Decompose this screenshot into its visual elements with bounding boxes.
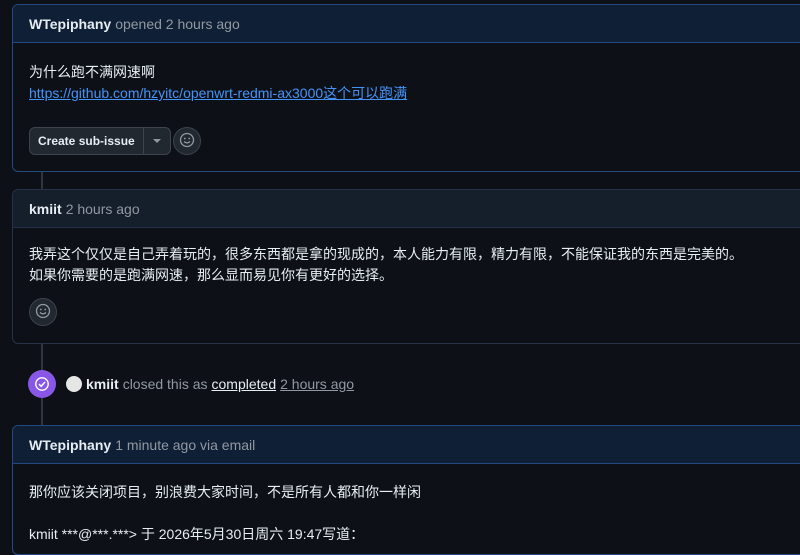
timeline-connector (41, 172, 43, 190)
timeline-event-closed: kmiit closed this as completed 2 hours a… (28, 370, 354, 398)
comment-author[interactable]: WTepiphany (29, 437, 111, 453)
comment-timestamp[interactable]: 1 minute ago via email (115, 437, 255, 453)
issue-body-comment: WTepiphany opened 2 hours ago 为什么跑不满网速啊 … (12, 4, 800, 172)
avatar[interactable] (66, 376, 82, 392)
email-quote: kmiit ***@***.***> 于 2026年5月30日周六 19:47写… (29, 526, 365, 542)
check-circle-icon (28, 370, 56, 398)
comment-card: kmiit 2 hours ago 我弄这个仅仅是自己弄着玩的，很多东西都是拿的… (12, 189, 800, 344)
comment-author[interactable]: kmiit (29, 201, 62, 217)
repo-link[interactable]: https://github.com/hzyitc/openwrt-redmi-… (29, 85, 407, 101)
smiley-icon (35, 303, 51, 322)
comment-body: 为什么跑不满网速啊 https://github.com/hzyitc/open… (13, 43, 800, 104)
comment-timestamp[interactable]: 2 hours ago (66, 201, 140, 217)
create-sub-issue-button[interactable]: Create sub-issue (29, 127, 171, 155)
comment-timestamp[interactable]: opened 2 hours ago (115, 16, 240, 32)
event-status-link[interactable]: completed (212, 376, 277, 392)
add-reaction-button[interactable] (173, 127, 201, 155)
comment-header: WTepiphany opened 2 hours ago (13, 5, 800, 43)
comment-body: 那你应该关闭项目，别浪费大家时间，不是所有人都和你一样闲 kmiit ***@*… (13, 464, 800, 545)
comment-body: 我弄这个仅仅是自己弄着玩的，很多东西都是拿的现成的，本人能力有限，精力有限，不能… (13, 228, 800, 286)
comment-header: kmiit 2 hours ago (13, 190, 800, 228)
chevron-down-icon[interactable] (144, 128, 170, 154)
add-reaction-button[interactable] (29, 298, 57, 326)
comment-text: 为什么跑不满网速啊 (29, 64, 155, 80)
comment-card: WTepiphany 1 minute ago via email 那你应该关闭… (12, 425, 800, 555)
smiley-icon (179, 132, 195, 151)
event-timestamp[interactable]: 2 hours ago (280, 376, 354, 392)
event-text: closed this as (122, 376, 208, 392)
create-sub-issue-label: Create sub-issue (30, 128, 144, 154)
comment-text: 那你应该关闭项目，别浪费大家时间，不是所有人都和你一样闲 (29, 484, 421, 500)
comment-author[interactable]: WTepiphany (29, 16, 111, 32)
event-actor[interactable]: kmiit (86, 376, 119, 392)
comment-header: WTepiphany 1 minute ago via email (13, 426, 800, 464)
comment-text: 我弄这个仅仅是自己弄着玩的，很多东西都是拿的现成的，本人能力有限，精力有限，不能… (29, 246, 743, 262)
comment-text: 如果你需要的是跑满网速，那么显而易见你有更好的选择。 (29, 267, 393, 283)
